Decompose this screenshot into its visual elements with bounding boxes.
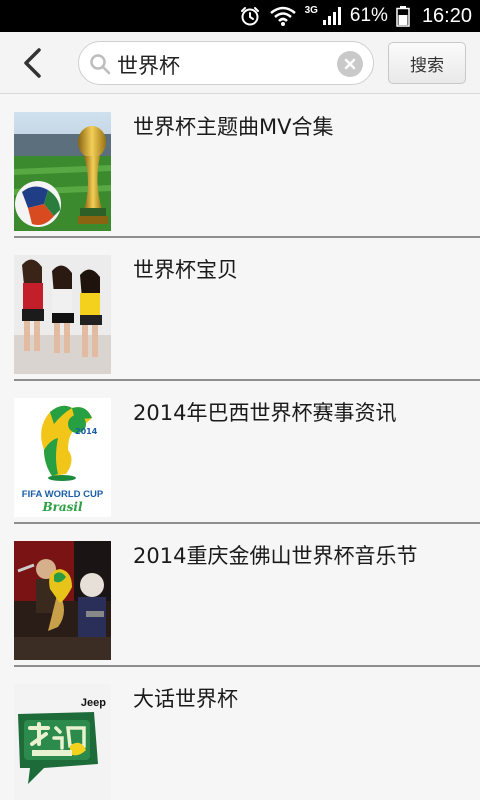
battery-percent: 61%: [349, 5, 388, 26]
brasil-text: Brasil: [41, 500, 83, 514]
result-list: 世界杯主题曲MV合集 世界杯宝贝 2014 FIFA WORLD CUP Bra…: [0, 95, 480, 800]
list-item[interactable]: Jeep 大话世界杯: [0, 667, 480, 800]
clock: 16:20: [421, 4, 472, 27]
search-query-text: 世界杯: [117, 54, 180, 78]
status-bar: 3G 61% 16:20: [0, 0, 480, 32]
fifa-logo-image: 2014 FIFA WORLD CUP Brasil: [14, 398, 111, 517]
result-title: 2014年巴西世界杯赛事资讯: [133, 401, 397, 425]
alarm-icon: [239, 5, 261, 27]
battery-icon: [396, 5, 410, 27]
svg-text:2014: 2014: [75, 427, 98, 436]
list-item[interactable]: 世界杯主题曲MV合集: [0, 95, 480, 238]
wifi-icon: [269, 5, 297, 27]
search-icon: [89, 53, 111, 75]
status-icons: 3G 61% 16:20: [239, 0, 472, 32]
signal-icon: [322, 6, 342, 26]
result-title: 大话世界杯: [133, 687, 238, 711]
back-button[interactable]: [10, 42, 56, 84]
models-photo-image: [14, 255, 111, 374]
search-header: 世界杯 搜索: [0, 32, 480, 94]
jeep-text: Jeep: [81, 697, 106, 709]
list-item[interactable]: 2014重庆金佛山世界杯音乐节: [0, 524, 480, 667]
result-title: 世界杯主题曲MV合集: [133, 115, 334, 139]
result-title: 2014重庆金佛山世界杯音乐节: [133, 544, 418, 568]
fifa-world-cup-text: FIFA WORLD CUP: [22, 489, 104, 500]
search-button[interactable]: 搜索: [388, 42, 466, 84]
concert-photo-image: [14, 541, 111, 660]
list-item[interactable]: 2014 FIFA WORLD CUP Brasil 2014年巴西世界杯赛事资…: [0, 381, 480, 524]
list-item[interactable]: 世界杯宝贝: [0, 238, 480, 381]
trophy-and-ball-image: [14, 112, 111, 231]
network-type-label: 3G: [304, 4, 318, 16]
chevron-left-icon: [24, 48, 41, 78]
jeep-show-logo-image: Jeep: [14, 684, 111, 800]
clear-icon[interactable]: [337, 51, 363, 77]
result-title: 世界杯宝贝: [133, 258, 238, 282]
search-input[interactable]: 世界杯: [78, 41, 374, 85]
